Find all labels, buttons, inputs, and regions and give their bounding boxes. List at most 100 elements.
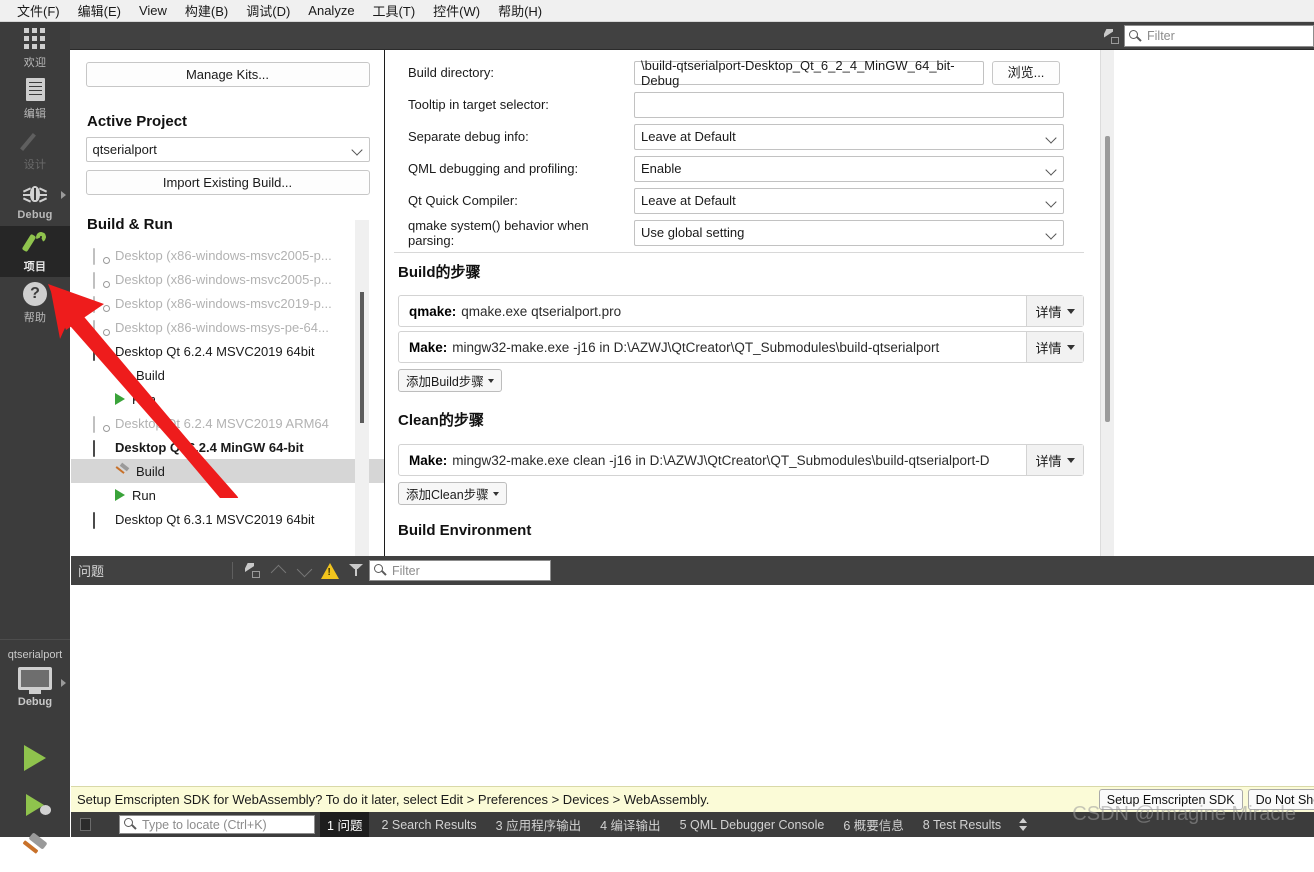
output-tab-test-results[interactable]: 8 Test Results — [916, 815, 1008, 835]
mode-item-projects[interactable]: 项目 — [0, 226, 70, 277]
tree-item-kit[interactable]: Desktop Qt 6.2.4 MSVC2019 ARM64 — [71, 411, 384, 435]
build-step-details-button[interactable]: 详情 — [1026, 296, 1083, 326]
build-directory-value: \build-qtserialport-Desktop_Qt_6_2_4_Min… — [641, 57, 955, 88]
tree-item-label: Desktop (x86-windows-msvc2019-p... — [115, 295, 332, 311]
top-filter-input[interactable]: Filter — [1124, 25, 1314, 47]
tab-number: 2 — [381, 817, 389, 832]
clear-filter-icon[interactable] — [1098, 23, 1124, 49]
clear-issues-icon[interactable] — [239, 558, 265, 584]
add-clean-step-button[interactable]: 添加Clean步骤 — [398, 482, 507, 505]
kit-warning-icon — [93, 295, 110, 313]
caret-down-icon — [1066, 344, 1075, 350]
build-step-name: qmake: — [409, 303, 457, 319]
separate-debug-info-combobox[interactable]: Leave at Default — [634, 123, 1064, 150]
tree-item-kit[interactable]: Desktop Qt 6.2.4 MSVC2019 64bit — [71, 339, 384, 363]
chevron-down-icon — [1045, 131, 1057, 144]
form-row-separate-debug-info: Separate debug info: Leave at Default — [386, 122, 1086, 151]
tree-item-build[interactable]: Build — [71, 363, 384, 387]
left-panel-scrollbar[interactable] — [355, 220, 369, 556]
tree-item-kit-active[interactable]: Desktop Qt 6.2.4 MinGW 64-bit — [71, 435, 384, 459]
scrollbar-thumb[interactable] — [1105, 136, 1110, 422]
menu-item-file[interactable]: 文件(F) — [8, 0, 69, 22]
menu-item-analyze[interactable]: Analyze — [299, 1, 363, 20]
next-issue-button[interactable] — [291, 558, 317, 584]
tab-number: 6 — [843, 819, 851, 833]
clean-step-details-button[interactable]: 详情 — [1026, 445, 1083, 475]
menu-item-help[interactable]: 帮助(H) — [489, 0, 551, 22]
mode-item-welcome[interactable]: 欢迎 — [0, 22, 70, 73]
tree-item-kit[interactable]: Desktop Qt 6.3.1 MSVC2019 64bit — [71, 507, 384, 531]
form-row-tooltip: Tooltip in target selector: — [386, 90, 1086, 119]
chevron-right-icon[interactable] — [61, 191, 66, 199]
issues-pane: 问题 Filter — [71, 556, 1314, 785]
main-panel-scrollbar[interactable] — [1100, 50, 1114, 556]
label-build-directory: Build directory: — [408, 65, 494, 80]
top-filter-placeholder: Filter — [1147, 29, 1175, 43]
toggle-sidebar-icon[interactable] — [80, 818, 91, 831]
active-project-combobox[interactable]: qtserialport — [85, 137, 370, 162]
manage-kits-button[interactable]: Manage Kits... — [85, 62, 370, 87]
mode-label-welcome: 欢迎 — [23, 56, 47, 69]
mode-item-edit[interactable]: 编辑 — [0, 73, 70, 124]
qml-debugging-combobox[interactable]: Enable — [634, 155, 1064, 182]
tree-item-run[interactable]: Run — [71, 483, 384, 507]
top-filter-group: Filter — [1098, 22, 1314, 50]
warning-filter-icon[interactable] — [317, 558, 343, 584]
kit-selector[interactable]: qtserialport Debug — [0, 639, 70, 708]
desktop-device-icon — [18, 667, 52, 694]
tab-number: 8 — [922, 817, 930, 832]
debug-button[interactable] — [0, 781, 70, 828]
build-step-row[interactable]: qmake: qmake.exe qtserialport.pro 详情 — [398, 295, 1084, 327]
output-tab-search-results[interactable]: 2 Search Results — [374, 815, 483, 835]
hammer-icon — [115, 366, 130, 382]
mode-item-help[interactable]: ? 帮助 — [0, 277, 70, 328]
build-step-details-button[interactable]: 详情 — [1026, 332, 1083, 362]
run-button[interactable] — [0, 734, 70, 781]
tab-label: 应用程序输出 — [506, 819, 582, 833]
chevron-right-icon[interactable] — [61, 679, 66, 687]
menu-item-debug[interactable]: 调试(D) — [237, 0, 299, 22]
tree-item-kit[interactable]: Desktop (x86-windows-msys-pe-64... — [71, 315, 384, 339]
scrollbar-thumb[interactable] — [360, 292, 364, 423]
menu-item-widgets[interactable]: 控件(W) — [424, 0, 489, 22]
tooltip-target-selector-input[interactable] — [634, 91, 1064, 118]
issues-filter-input[interactable]: Filter — [369, 560, 551, 581]
output-tab-application-output[interactable]: 3 应用程序输出 — [489, 812, 588, 837]
label-tooltip-target-selector: Tooltip in target selector: — [408, 97, 549, 112]
menu-item-tools[interactable]: 工具(T) — [364, 0, 425, 22]
do-not-show-again-button[interactable]: Do Not Show Again — [1247, 789, 1314, 810]
mode-label-design: 设计 — [23, 158, 47, 171]
locator-input[interactable]: Type to locate (Ctrl+K) — [119, 815, 315, 834]
import-existing-build-button[interactable]: Import Existing Build... — [85, 170, 370, 195]
tree-item-kit[interactable]: Desktop (x86-windows-msvc2005-p... — [71, 267, 384, 291]
qmake-system-behavior-combobox[interactable]: Use global setting — [634, 219, 1064, 246]
menu-item-edit[interactable]: 编辑(E) — [69, 0, 130, 22]
build-button[interactable] — [0, 825, 70, 872]
output-pane-resize-icon[interactable] — [1018, 817, 1029, 832]
browse-button[interactable]: 浏览... — [992, 60, 1060, 85]
add-build-step-button[interactable]: 添加Build步骤 — [398, 369, 502, 392]
output-tab-compile-output[interactable]: 4 编译输出 — [593, 812, 667, 837]
clean-step-row[interactable]: Make: mingw32-make.exe clean -j16 in D:\… — [398, 444, 1084, 476]
output-tab-qml-debugger-console[interactable]: 5 QML Debugger Console — [673, 815, 832, 835]
build-step-row[interactable]: Make: mingw32-make.exe -j16 in D:\AZWJ\Q… — [398, 331, 1084, 363]
output-tab-general-messages[interactable]: 6 概要信息 — [836, 812, 910, 837]
tab-label: 概要信息 — [853, 819, 904, 833]
menu-item-view[interactable]: View — [130, 1, 176, 20]
build-step-command: mingw32-make.exe -j16 in D:\AZWJ\QtCreat… — [452, 339, 940, 355]
filter-funnel-icon[interactable] — [343, 558, 369, 584]
tree-item-build-selected[interactable]: Build — [71, 459, 384, 483]
tree-item-run[interactable]: Run — [71, 387, 384, 411]
tree-item-label: Desktop Qt 6.2.4 MinGW 64-bit — [115, 439, 304, 455]
menu-item-build[interactable]: 构建(B) — [176, 0, 237, 22]
output-tab-issues[interactable]: 1 问题 — [320, 812, 370, 837]
tree-item-kit[interactable]: Desktop (x86-windows-msvc2019-p... — [71, 291, 384, 315]
kit-warning-icon — [93, 319, 110, 337]
mode-item-design[interactable]: 设计 — [0, 124, 70, 175]
setup-emscripten-sdk-button[interactable]: Setup Emscripten SDK — [1098, 789, 1243, 810]
previous-issue-button[interactable] — [265, 558, 291, 584]
tree-item-kit[interactable]: Desktop (x86-windows-msvc2005-p... — [71, 243, 384, 267]
qt-quick-compiler-combobox[interactable]: Leave at Default — [634, 187, 1064, 214]
mode-item-debug[interactable]: Debug — [0, 175, 70, 226]
build-directory-input[interactable]: \build-qtserialport-Desktop_Qt_6_2_4_Min… — [634, 57, 984, 88]
